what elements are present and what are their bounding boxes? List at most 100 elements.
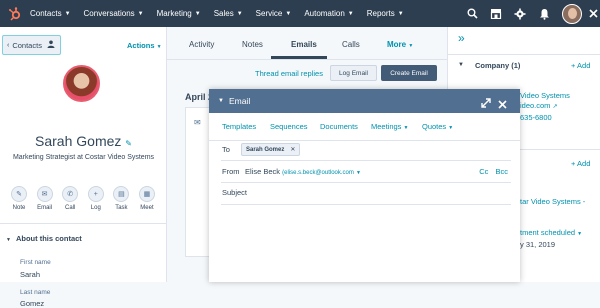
divider <box>167 59 447 60</box>
email-label: Email <box>37 205 53 211</box>
chevron-down-icon: ▼ <box>403 125 409 131</box>
nav-contacts-label: Contacts <box>30 9 62 18</box>
subject-row[interactable]: Subject <box>221 183 511 205</box>
tab-activity[interactable]: Activity <box>189 40 214 49</box>
chevron-down-icon: ▼ <box>397 10 404 17</box>
nav-contacts[interactable]: Contacts ▼ <box>30 9 71 18</box>
note-icon: ✎ <box>11 186 27 202</box>
nav-sales[interactable]: Sales ▼ <box>214 9 243 18</box>
close-icon[interactable] <box>586 0 600 27</box>
company-name-link[interactable]: Video Systems <box>520 91 570 100</box>
call-icon: ✆ <box>62 186 79 202</box>
pencil-icon[interactable]: ✎ <box>125 139 132 148</box>
quotes-dropdown[interactable]: Quotes ▼ <box>422 122 453 131</box>
nav-automation[interactable]: Automation ▼ <box>304 9 353 18</box>
back-to-contacts-label: Contacts <box>12 40 42 50</box>
nav-reports[interactable]: Reports ▼ <box>367 9 404 18</box>
contact-name: Sarah Gomez ✎ <box>0 133 167 149</box>
templates-button[interactable]: Templates <box>222 122 256 131</box>
tab-calls[interactable]: Calls <box>342 40 360 49</box>
back-to-contacts-button[interactable]: ‹ Contacts <box>2 35 61 55</box>
chevron-down-icon: ▼ <box>194 10 201 17</box>
marketplace-icon[interactable] <box>484 0 508 27</box>
chevron-down-icon[interactable]: ▼ <box>458 62 464 68</box>
user-avatar[interactable] <box>562 3 582 24</box>
from-select[interactable]: Elise Beck (elise.s.beck@outlook.com ▼ <box>245 167 361 176</box>
contact-name-text: Sarah Gomez <box>35 133 122 149</box>
divider <box>448 54 600 55</box>
chevron-down-icon: ▼ <box>156 44 162 50</box>
external-link-icon: ↗ <box>552 104 558 110</box>
chevron-down-icon: ▼ <box>356 170 361 176</box>
email-icon: ✉ <box>36 186 53 202</box>
close-icon[interactable]: ✕ <box>290 146 295 153</box>
chevron-down-icon[interactable]: ▼ <box>218 98 224 104</box>
add-deal-button[interactable]: + Add <box>571 159 590 168</box>
nav-sales-label: Sales <box>213 9 234 18</box>
call-action[interactable]: ✆ Call <box>59 186 81 211</box>
cc-button[interactable]: Cc <box>479 167 488 176</box>
email-body-editor[interactable] <box>221 207 511 279</box>
meet-label: Meet <box>140 205 154 211</box>
log-email-button[interactable]: Log Email <box>330 65 377 81</box>
tab-notes[interactable]: Notes <box>242 40 263 49</box>
meetings-label: Meetings <box>371 122 402 131</box>
deal-close-date: y 31, 2019 <box>520 240 556 249</box>
nav-marketing-label: Marketing <box>156 9 192 18</box>
chevron-down-icon: ▼ <box>6 237 11 243</box>
search-icon[interactable] <box>460 0 484 27</box>
chevron-down-icon: ▼ <box>285 10 292 17</box>
chevron-down-icon: ▼ <box>408 43 414 49</box>
nav-reports-label: Reports <box>366 9 395 18</box>
cc-bcc-links: Cc Bcc <box>479 167 508 176</box>
recipient-chip[interactable]: Sarah Gomez ✕ <box>241 143 301 156</box>
nav-service-label: Service <box>255 9 283 18</box>
last-name-value[interactable]: Gomez <box>20 299 44 308</box>
from-name: Elise Beck <box>245 167 281 176</box>
chevron-down-icon: ▼ <box>64 10 71 17</box>
about-section-title: About this contact <box>15 234 82 243</box>
log-action[interactable]: + Log <box>85 186 107 211</box>
close-icon[interactable] <box>498 96 507 114</box>
chevron-down-icon: ▼ <box>577 231 583 237</box>
divider <box>0 223 167 224</box>
deal-stage-text: tment scheduled <box>520 228 576 237</box>
meetings-dropdown[interactable]: Meetings ▼ <box>371 122 408 131</box>
deal-stage-dropdown[interactable]: tment scheduled ▼ <box>520 228 582 237</box>
email-icon: ✉ <box>194 118 201 127</box>
nav-automation-label: Automation <box>304 9 345 18</box>
contact-title: Marketing Strategist at Costar Video Sys… <box>12 154 155 161</box>
sequences-button[interactable]: Sequences <box>270 122 308 131</box>
thread-email-replies-link[interactable]: Thread email replies <box>255 69 323 78</box>
documents-button[interactable]: Documents <box>320 122 358 131</box>
task-label: Task <box>115 205 128 211</box>
first-name-label: First name <box>20 259 51 266</box>
email-composer-header: ▼ Email <box>209 89 520 113</box>
collapse-sidebar-icon[interactable]: » <box>458 31 465 45</box>
nav-marketing[interactable]: Marketing ▼ <box>157 9 201 18</box>
tab-more[interactable]: More ▼ <box>387 40 413 49</box>
bcc-button[interactable]: Bcc <box>495 167 508 176</box>
tab-more-label: More <box>387 40 407 49</box>
company-domain-link[interactable]: ideo.com ↗ <box>520 101 558 110</box>
company-phone-link[interactable]: 635-6800 <box>520 113 552 122</box>
email-action[interactable]: ✉ Email <box>34 186 56 211</box>
hubspot-logo-icon[interactable] <box>0 6 30 21</box>
tab-emails[interactable]: Emails <box>291 40 317 49</box>
deal-name-link[interactable]: tar Video Systems - <box>520 197 585 206</box>
expand-icon[interactable] <box>481 95 491 113</box>
nav-conversations[interactable]: Conversations ▼ <box>84 9 144 18</box>
company-section-title: Company (1) <box>475 61 521 70</box>
actions-dropdown[interactable]: Actions ▼ <box>127 41 162 50</box>
meet-action[interactable]: ▦ Meet <box>136 186 158 211</box>
note-label: Note <box>12 205 26 211</box>
add-company-button[interactable]: + Add <box>571 61 590 70</box>
nav-service[interactable]: Service ▼ <box>256 9 292 18</box>
create-email-button[interactable]: Create Email <box>381 65 437 81</box>
settings-icon[interactable] <box>508 0 532 27</box>
task-action[interactable]: ▤ Task <box>110 186 132 211</box>
first-name-value[interactable]: Sarah <box>20 270 40 279</box>
about-section-toggle[interactable]: ▼ About this contact <box>6 234 82 243</box>
notifications-icon[interactable] <box>532 0 556 27</box>
note-action[interactable]: ✎ Note <box>8 186 30 211</box>
